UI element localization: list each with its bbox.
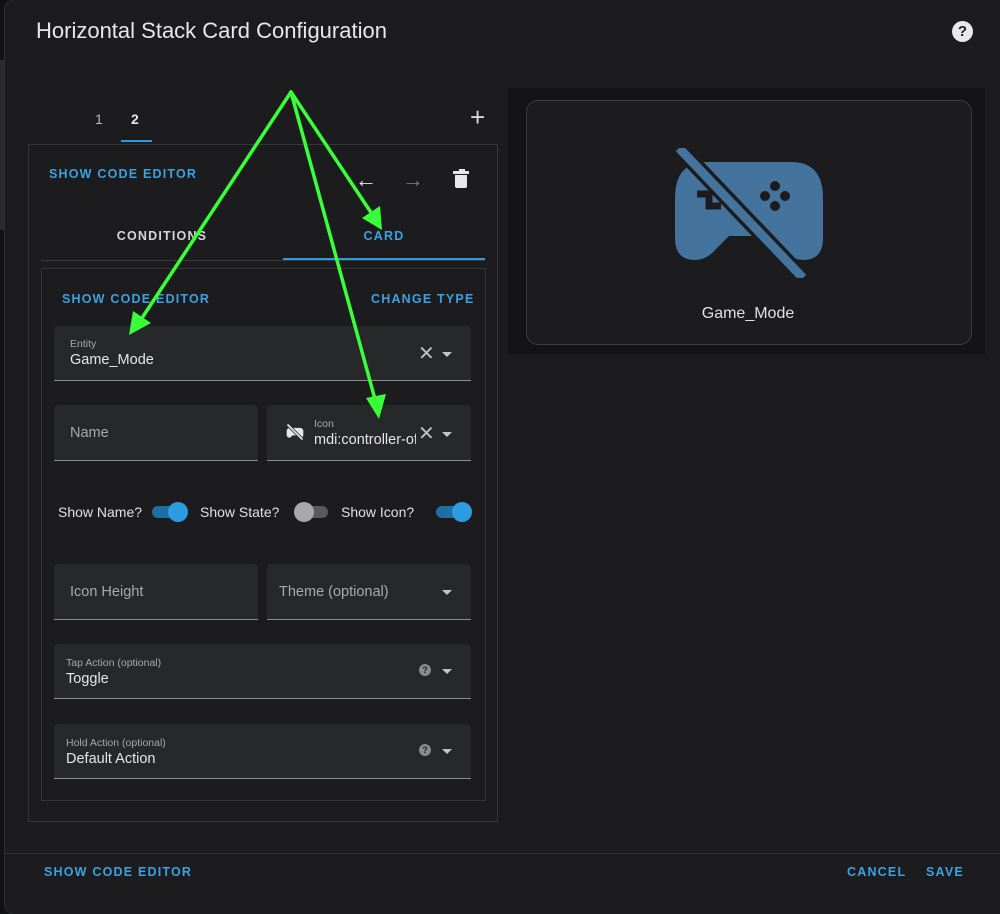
hold-action-select[interactable]: Hold Action (optional) Default Action ? — [54, 724, 471, 779]
entity-value: Game_Mode — [70, 352, 154, 368]
tab-conditions[interactable]: CONDITIONS — [41, 229, 283, 243]
chevron-down-icon[interactable] — [442, 432, 452, 437]
controller-off-icon — [286, 423, 304, 441]
chevron-down-icon[interactable] — [442, 749, 452, 754]
name-placeholder: Name — [70, 425, 109, 441]
entity-label: Entity — [70, 338, 97, 350]
footer-show-code-editor-button[interactable]: SHOW CODE EDITOR — [44, 865, 192, 879]
tab-card[interactable]: CARD — [283, 229, 485, 243]
card-show-code-editor-button[interactable]: SHOW CODE EDITOR — [62, 292, 210, 306]
chevron-down-icon[interactable] — [442, 352, 452, 357]
arrow-right-icon[interactable]: → — [402, 169, 424, 191]
hold-action-value: Default Action — [66, 751, 156, 767]
help-icon[interactable]: ? — [952, 21, 973, 42]
arrow-left-icon[interactable]: ← — [355, 169, 377, 191]
tap-action-select[interactable]: Tap Action (optional) Toggle ? — [54, 644, 471, 699]
clear-icon[interactable]: ✕ — [418, 344, 435, 364]
dialog-title: Horizontal Stack Card Configuration — [36, 18, 387, 43]
icon-height-placeholder: Icon Height — [70, 584, 144, 600]
change-type-button[interactable]: CHANGE TYPE — [371, 292, 475, 306]
hold-action-label: Hold Action (optional) — [66, 737, 166, 749]
stack-tab-2[interactable]: 2 — [131, 111, 139, 127]
delete-icon[interactable] — [453, 169, 469, 188]
theme-select[interactable]: Theme (optional) — [267, 564, 471, 620]
icon-label: Icon — [314, 418, 334, 430]
chevron-down-icon[interactable] — [442, 669, 452, 674]
preview-card-name: Game_Mode — [701, 305, 795, 322]
chevron-down-icon[interactable] — [442, 590, 452, 595]
icon-value: mdi:controller-off — [314, 432, 416, 448]
tap-action-value: Toggle — [66, 671, 109, 687]
entity-field[interactable]: Entity Game_Mode ✕ — [54, 326, 471, 381]
show-state-label: Show State? — [200, 504, 280, 520]
tab-divider — [41, 260, 485, 261]
icon-height-field[interactable]: Icon Height — [54, 564, 258, 620]
tab-card-indicator — [283, 258, 485, 260]
tap-action-label: Tap Action (optional) — [66, 657, 162, 669]
show-icon-toggle[interactable] — [436, 500, 472, 524]
help-icon[interactable]: ? — [419, 664, 431, 676]
name-field[interactable]: Name — [54, 405, 258, 461]
footer-divider — [5, 853, 1000, 854]
show-code-editor-button[interactable]: SHOW CODE EDITOR — [49, 167, 197, 181]
help-icon[interactable]: ? — [419, 744, 431, 756]
stack-tab-indicator — [121, 140, 152, 142]
clear-icon[interactable]: ✕ — [418, 424, 435, 444]
theme-placeholder: Theme (optional) — [279, 584, 389, 600]
show-icon-label: Show Icon? — [341, 504, 415, 520]
plus-icon[interactable]: + — [470, 104, 485, 130]
cancel-button[interactable]: CANCEL — [847, 865, 906, 879]
stack-tab-1[interactable]: 1 — [95, 111, 103, 127]
show-name-toggle[interactable] — [152, 500, 188, 524]
save-button[interactable]: SAVE — [926, 865, 964, 879]
icon-field[interactable]: Icon mdi:controller-off ✕ — [267, 405, 471, 461]
show-name-label: Show Name? — [58, 504, 143, 520]
controller-off-icon — [673, 148, 823, 278]
show-state-toggle[interactable] — [294, 500, 330, 524]
